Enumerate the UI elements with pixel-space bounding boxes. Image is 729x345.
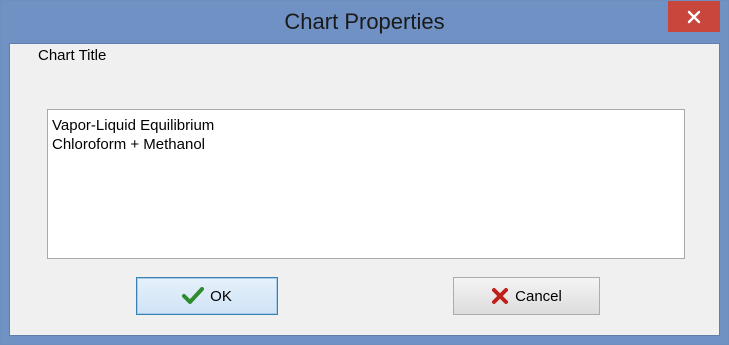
close-button[interactable] xyxy=(668,1,720,32)
chart-title-textarea[interactable]: Vapor-Liquid Equilibrium Chloroform + Me… xyxy=(47,109,685,259)
ok-button[interactable]: OK xyxy=(136,277,278,315)
cancel-button[interactable]: Cancel xyxy=(453,277,600,315)
chart-title-line-1: Vapor-Liquid Equilibrium xyxy=(52,117,215,134)
chart-title-line-2: Chloroform + Methanol xyxy=(52,136,205,153)
cancel-button-label: Cancel xyxy=(515,287,562,305)
chart-title-label: Chart Title xyxy=(38,47,107,64)
title-bar[interactable]: Chart Properties xyxy=(1,1,728,43)
checkmark-icon xyxy=(182,287,205,304)
dialog-title: Chart Properties xyxy=(284,9,445,34)
close-icon xyxy=(687,10,701,23)
x-icon xyxy=(492,288,509,304)
ok-button-label: OK xyxy=(210,287,232,305)
